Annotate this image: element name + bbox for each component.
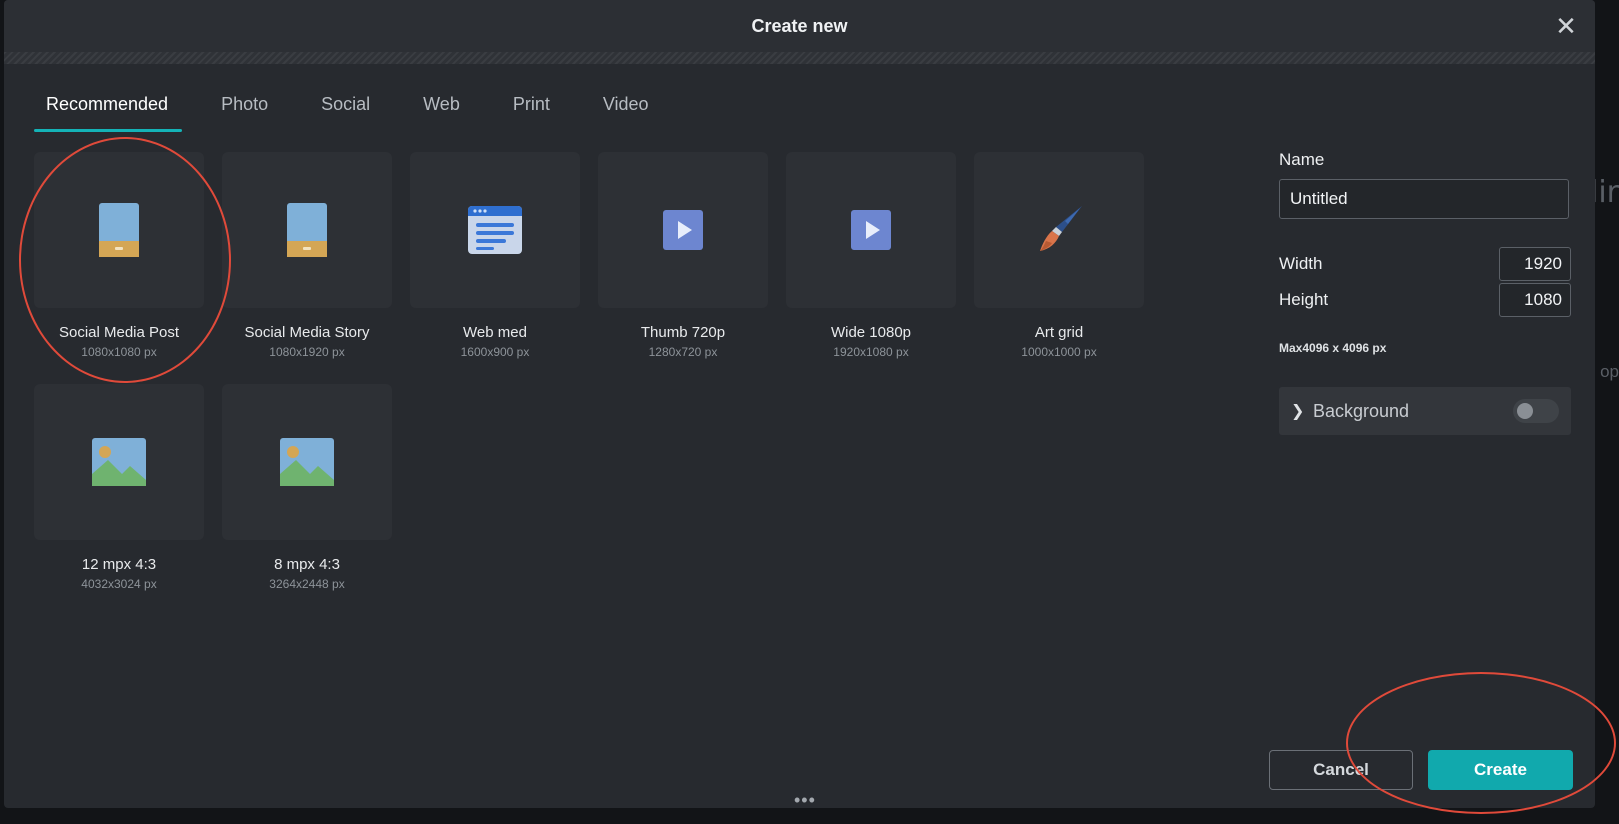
- preset-size: 1600x900 px: [460, 345, 530, 359]
- preset-size: 1920x1080 px: [833, 345, 909, 359]
- portrait-icon: [99, 203, 139, 257]
- preset-thumbnail: [786, 152, 956, 308]
- name-input[interactable]: [1279, 179, 1569, 219]
- background-toggle[interactable]: [1513, 399, 1559, 423]
- video-play-icon: [663, 210, 703, 250]
- name-label: Name: [1279, 150, 1325, 169]
- tab-photo[interactable]: Photo: [221, 82, 268, 132]
- cancel-button[interactable]: Cancel: [1269, 750, 1413, 790]
- preset-name: Thumb 720p: [640, 324, 726, 341]
- tab-web[interactable]: Web: [423, 82, 460, 132]
- width-label: Width: [1279, 254, 1323, 273]
- preset-art-grid[interactable]: Art grid 1000x1000 px: [974, 152, 1144, 359]
- width-input[interactable]: [1499, 247, 1571, 281]
- preset-size: 1080x1920 px: [269, 345, 345, 359]
- dialog-titlebar: Create new ✕: [4, 0, 1595, 52]
- create-new-dialog: Create new ✕ Recommended Photo Social We…: [4, 0, 1595, 808]
- titlebar-divider: [4, 52, 1595, 64]
- preset-thumb-720p[interactable]: Thumb 720p 1280x720 px: [598, 152, 768, 359]
- tab-recommended[interactable]: Recommended: [33, 82, 183, 132]
- create-button[interactable]: Create: [1428, 750, 1573, 790]
- preset-social-media-post[interactable]: Social Media Post 1080x1080 px: [34, 152, 204, 359]
- preset-web-med[interactable]: Web med 1600x900 px: [410, 152, 580, 359]
- preset-social-media-story[interactable]: Social Media Story 1080x1920 px: [222, 152, 392, 359]
- chevron-right-icon: ❯: [1291, 403, 1305, 420]
- preset-wide-1080p[interactable]: Wide 1080p 1920x1080 px: [786, 152, 956, 359]
- preset-thumbnail: [222, 384, 392, 540]
- tab-social[interactable]: Social: [321, 82, 370, 132]
- paintbrush-icon: [1040, 206, 1082, 251]
- background-label: Background: [1313, 400, 1410, 421]
- preset-size: 1080x1080 px: [81, 345, 157, 359]
- preset-name: Wide 1080p: [830, 324, 912, 341]
- portrait-icon: [287, 203, 327, 257]
- preset-name: Web med: [463, 324, 527, 341]
- tab-video[interactable]: Video: [603, 82, 649, 132]
- category-tabs: Recommended Photo Social Web Print Video: [33, 82, 702, 132]
- web-page-icon: [468, 206, 522, 254]
- dialog-title: Create new: [751, 15, 848, 36]
- landscape-image-icon: [92, 438, 146, 486]
- preset-name: Art grid: [1034, 324, 1084, 341]
- landscape-image-icon: [280, 438, 334, 486]
- height-input[interactable]: [1499, 283, 1571, 317]
- close-icon[interactable]: ✕: [1553, 13, 1579, 39]
- preset-size: 4032x3024 px: [81, 577, 157, 591]
- preset-name: 8 mpx 4:3: [274, 556, 340, 573]
- preset-thumbnail: [34, 384, 204, 540]
- preset-thumbnail: [410, 152, 580, 308]
- preset-thumbnail: [222, 152, 392, 308]
- video-play-icon: [851, 210, 891, 250]
- preset-name: Social Media Post: [58, 324, 180, 341]
- preset-name: Social Media Story: [244, 324, 370, 341]
- preset-thumbnail: [974, 152, 1144, 308]
- preset-size: 1000x1000 px: [1021, 345, 1097, 359]
- preset-size: 3264x2448 px: [269, 577, 345, 591]
- resize-handle-dots: •••: [794, 790, 816, 808]
- height-row: Height: [1279, 283, 1571, 317]
- preset-thumbnail: [34, 152, 204, 308]
- preset-size: 1280x720 px: [648, 345, 718, 359]
- background-section[interactable]: ❯ Background: [1279, 387, 1571, 435]
- preset-thumbnail: [598, 152, 768, 308]
- preset-8-mpx[interactable]: 8 mpx 4:3 3264x2448 px: [222, 384, 392, 591]
- settings-panel: Name Width Height Max4096 x 4096 px ❯ Ba…: [1279, 150, 1571, 435]
- preset-12-mpx[interactable]: 12 mpx 4:3 4032x3024 px: [34, 384, 204, 591]
- width-row: Width: [1279, 247, 1571, 281]
- height-label: Height: [1279, 290, 1329, 309]
- tab-print[interactable]: Print: [513, 82, 550, 132]
- max-size-note: Max4096 x 4096 px: [1279, 341, 1387, 355]
- preset-name: 12 mpx 4:3: [81, 556, 157, 573]
